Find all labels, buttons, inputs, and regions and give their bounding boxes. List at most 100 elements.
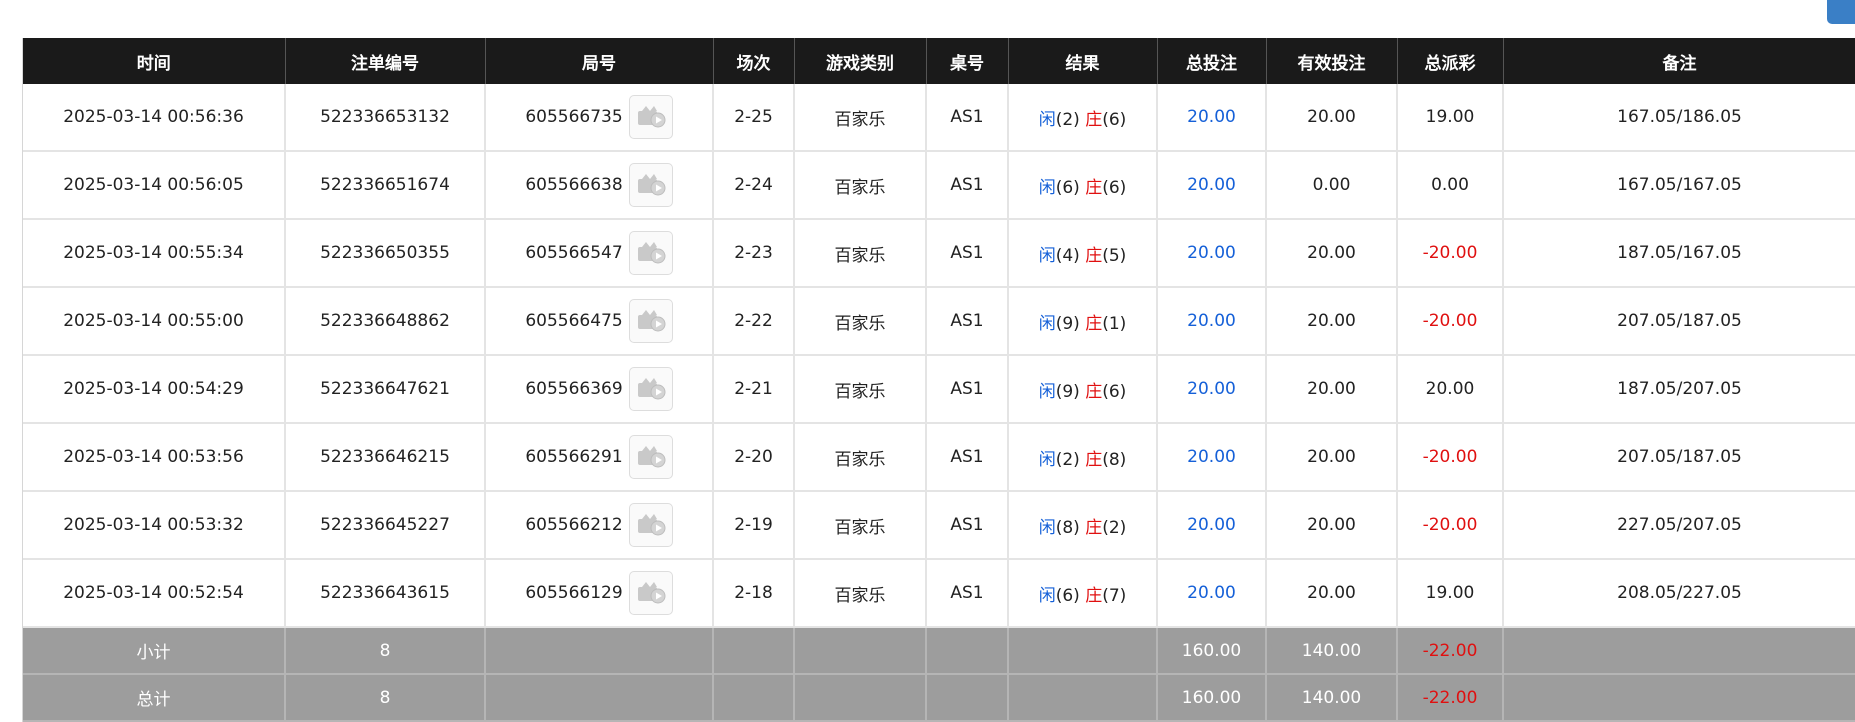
cell-total-bet: 20.00 xyxy=(1157,84,1267,152)
round-number: 605566475 xyxy=(525,311,623,331)
banker-score: (6) xyxy=(1102,109,1127,130)
round-number: 605566547 xyxy=(525,243,623,263)
player-score: (2) xyxy=(1055,109,1080,130)
table-row: 2025-03-14 00:56:05 522336651674 605566638… xyxy=(23,151,1855,220)
cell-result: 闲(6) 庄(6) xyxy=(1008,151,1158,220)
cell-payout: -20.00 xyxy=(1397,491,1504,560)
cell-result: 闲(6) 庄(7) xyxy=(1008,559,1158,628)
cell-shoe: 2-18 xyxy=(713,559,795,628)
cell-time: 2025-03-14 00:52:54 xyxy=(23,559,286,628)
subtotal-valid-bet: 140.00 xyxy=(1266,627,1398,675)
cell-shoe: 2-22 xyxy=(713,287,795,356)
cell-table: AS1 xyxy=(926,491,1009,560)
table-row: 2025-03-14 00:53:56 522336646215 605566291… xyxy=(23,423,1855,492)
cell-game-type: 百家乐 xyxy=(794,151,927,220)
table-row: 2025-03-14 00:55:00 522336648862 605566475… xyxy=(23,287,1855,356)
subtotal-empty xyxy=(926,627,1009,675)
player-score: (2) xyxy=(1055,449,1080,470)
player-label: 闲 xyxy=(1038,177,1056,198)
cell-game-type: 百家乐 xyxy=(794,219,927,288)
cell-game-type: 百家乐 xyxy=(794,423,927,492)
cell-table: AS1 xyxy=(926,151,1009,220)
total-count: 8 xyxy=(285,674,486,722)
subtotal-label: 小计 xyxy=(23,627,286,675)
column-header-game-type: 游戏类别 xyxy=(794,38,927,84)
cell-payout: 19.00 xyxy=(1397,84,1504,152)
total-valid-bet: 140.00 xyxy=(1266,674,1398,722)
banker-label: 庄 xyxy=(1085,517,1103,538)
table-row: 2025-03-14 00:55:34 522336650355 605566547… xyxy=(23,219,1855,288)
table-header-row: 时间 注单编号 局号 场次 游戏类别 桌号 结果 总投注 有效投注 总派彩 备注 xyxy=(23,38,1855,84)
player-label: 闲 xyxy=(1038,449,1056,470)
cell-bet-id: 522336645227 xyxy=(285,491,486,560)
banker-label: 庄 xyxy=(1085,109,1103,130)
total-empty xyxy=(1503,674,1855,722)
player-score: (8) xyxy=(1055,517,1080,538)
cell-game-type: 百家乐 xyxy=(794,84,927,152)
cell-table: AS1 xyxy=(926,84,1009,152)
cell-valid-bet: 20.00 xyxy=(1266,355,1398,424)
cell-bet-id: 522336650355 xyxy=(285,219,486,288)
cell-round: 605566547 xyxy=(485,219,714,288)
cell-total-bet: 20.00 xyxy=(1157,287,1267,356)
cell-note: 167.05/167.05 xyxy=(1503,151,1855,220)
column-header-result: 结果 xyxy=(1008,38,1158,84)
cell-table: AS1 xyxy=(926,559,1009,628)
total-empty xyxy=(926,674,1009,722)
banker-label: 庄 xyxy=(1085,313,1103,334)
player-label: 闲 xyxy=(1038,381,1056,402)
player-score: (9) xyxy=(1055,381,1080,402)
cell-round: 605566129 xyxy=(485,559,714,628)
video-replay-icon[interactable] xyxy=(628,231,673,275)
cell-valid-bet: 20.00 xyxy=(1266,84,1398,152)
video-replay-icon[interactable] xyxy=(628,163,673,207)
cell-time: 2025-03-14 00:55:00 xyxy=(23,287,286,356)
round-number: 605566212 xyxy=(525,515,623,535)
total-empty xyxy=(794,674,927,722)
banker-score: (6) xyxy=(1102,381,1127,402)
video-replay-icon[interactable] xyxy=(628,299,673,343)
column-header-shoe: 场次 xyxy=(713,38,795,84)
cell-round: 605566212 xyxy=(485,491,714,560)
total-row: 总计 8 160.00 140.00 -22.00 xyxy=(23,674,1855,722)
cell-payout: 20.00 xyxy=(1397,355,1504,424)
player-label: 闲 xyxy=(1038,313,1056,334)
cell-valid-bet: 20.00 xyxy=(1266,287,1398,356)
cell-shoe: 2-20 xyxy=(713,423,795,492)
cell-total-bet: 20.00 xyxy=(1157,355,1267,424)
video-replay-icon[interactable] xyxy=(628,367,673,411)
column-header-round: 局号 xyxy=(485,38,714,84)
cell-game-type: 百家乐 xyxy=(794,287,927,356)
cell-note: 208.05/227.05 xyxy=(1503,559,1855,628)
round-number: 605566638 xyxy=(525,175,623,195)
cell-bet-id: 522336653132 xyxy=(285,84,486,152)
total-empty xyxy=(485,674,714,722)
video-replay-icon[interactable] xyxy=(628,435,673,479)
cell-round: 605566735 xyxy=(485,84,714,152)
cell-bet-id: 522336647621 xyxy=(285,355,486,424)
cell-total-bet: 20.00 xyxy=(1157,423,1267,492)
cell-payout: 19.00 xyxy=(1397,559,1504,628)
video-replay-icon[interactable] xyxy=(628,571,673,615)
cell-note: 227.05/207.05 xyxy=(1503,491,1855,560)
column-header-time: 时间 xyxy=(23,38,286,84)
video-replay-icon[interactable] xyxy=(628,503,673,547)
bet-records-table-wrapper: 时间 注单编号 局号 场次 游戏类别 桌号 结果 总投注 有效投注 总派彩 备注… xyxy=(22,38,1855,722)
column-header-table: 桌号 xyxy=(926,38,1009,84)
cell-table: AS1 xyxy=(926,355,1009,424)
cell-valid-bet: 20.00 xyxy=(1266,423,1398,492)
cell-bet-id: 522336643615 xyxy=(285,559,486,628)
player-score: (4) xyxy=(1055,245,1080,266)
cell-time: 2025-03-14 00:56:05 xyxy=(23,151,286,220)
round-number: 605566735 xyxy=(525,107,623,127)
table-row: 2025-03-14 00:54:29 522336647621 605566369… xyxy=(23,355,1855,424)
corner-button[interactable] xyxy=(1827,0,1855,24)
cell-result: 闲(2) 庄(6) xyxy=(1008,84,1158,152)
player-label: 闲 xyxy=(1038,585,1056,606)
player-label: 闲 xyxy=(1038,109,1056,130)
subtotal-row: 小计 8 160.00 140.00 -22.00 xyxy=(23,627,1855,675)
cell-shoe: 2-21 xyxy=(713,355,795,424)
video-replay-icon[interactable] xyxy=(628,95,673,139)
cell-total-bet: 20.00 xyxy=(1157,219,1267,288)
cell-table: AS1 xyxy=(926,287,1009,356)
